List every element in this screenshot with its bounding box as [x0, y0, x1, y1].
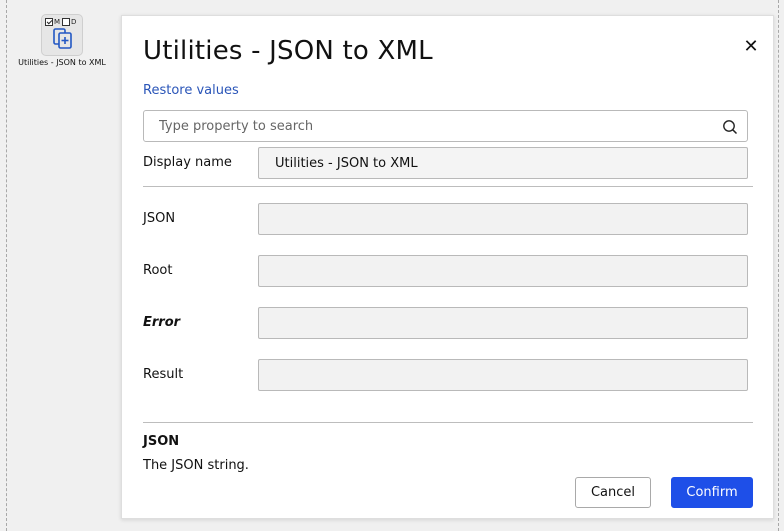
display-name-label: Display name — [143, 155, 232, 170]
search-icon[interactable] — [722, 119, 738, 135]
flag-d-checkbox[interactable] — [62, 18, 71, 26]
workflow-node[interactable]: M D Utilities - JSON to XML — [14, 14, 110, 70]
flag-m-label: M — [54, 18, 61, 26]
help-text: The JSON string. — [143, 458, 249, 473]
error-field[interactable] — [258, 307, 748, 339]
workflow-canvas: M D Utilities - JSON to XML Utilities - … — [0, 0, 784, 531]
copy-plus-icon — [53, 28, 72, 49]
close-icon[interactable]: ✕ — [742, 38, 760, 56]
cancel-button[interactable]: Cancel — [575, 477, 651, 508]
restore-values-link[interactable]: Restore values — [143, 83, 239, 98]
flag-m-checkbox[interactable] — [45, 18, 53, 26]
json-field[interactable] — [258, 203, 748, 235]
canvas-guide-right — [778, 0, 779, 531]
dialog-title: Utilities - JSON to XML — [143, 36, 433, 66]
flag-d-label: D — [71, 18, 77, 26]
display-name-field[interactable] — [258, 147, 748, 179]
confirm-button[interactable]: Confirm — [671, 477, 753, 508]
root-field[interactable] — [258, 255, 748, 287]
node-tile[interactable]: M D — [41, 14, 83, 56]
search-input[interactable] — [144, 111, 714, 141]
result-label: Result — [143, 367, 184, 382]
result-field[interactable] — [258, 359, 748, 391]
node-flags: M D — [45, 17, 76, 27]
canvas-guide-left — [6, 0, 7, 531]
section-divider — [143, 186, 753, 187]
help-divider — [143, 422, 753, 423]
properties-dialog: Utilities - JSON to XML ✕ Restore values… — [121, 15, 774, 519]
root-label: Root — [143, 263, 173, 278]
json-label: JSON — [143, 211, 176, 226]
help-title: JSON — [143, 434, 180, 449]
property-search[interactable] — [143, 110, 748, 142]
error-label: Error — [143, 315, 181, 330]
node-label: Utilities - JSON to XML — [18, 58, 106, 67]
